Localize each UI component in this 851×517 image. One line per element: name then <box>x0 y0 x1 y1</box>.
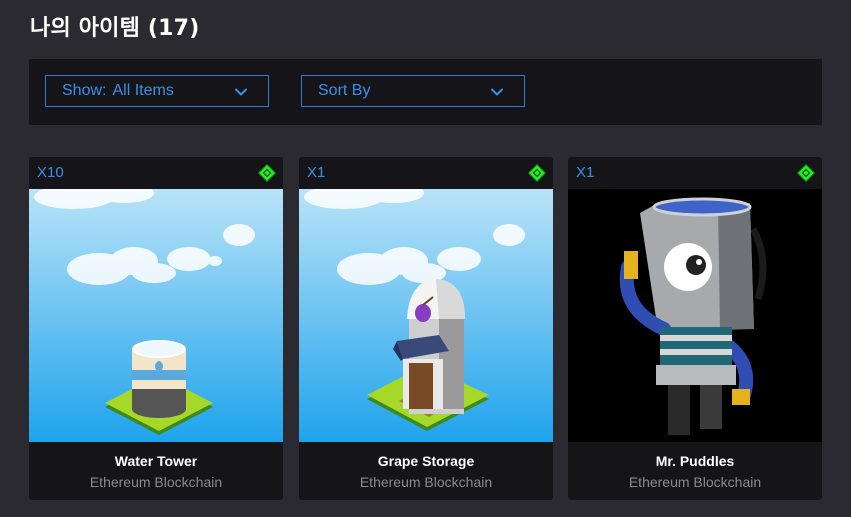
item-chain: Ethereum Blockchain <box>628 474 762 490</box>
card-header: X10 <box>29 157 283 189</box>
ethereum-chain-icon <box>796 163 816 183</box>
item-image-grape-storage <box>299 189 553 442</box>
item-card-grape-storage[interactable]: X1 Grape Storage Ethereum Blockchain <box>299 157 553 500</box>
sort-by-dropdown[interactable]: Sort By <box>301 75 525 107</box>
sort-by-label: Sort By <box>318 82 371 99</box>
item-quantity: X10 <box>37 164 64 181</box>
card-header: X1 <box>299 157 553 189</box>
chevron-down-icon <box>491 88 503 96</box>
item-quantity: X1 <box>307 164 326 181</box>
item-card-water-tower[interactable]: X10 Water Tower Ethereum Blockchain <box>29 157 283 500</box>
ethereum-chain-icon <box>527 163 547 183</box>
chevron-down-icon <box>235 88 247 96</box>
item-image-water-tower <box>29 189 283 442</box>
item-chain: Ethereum Blockchain <box>89 474 223 490</box>
item-quantity: X1 <box>576 164 595 181</box>
show-filter-dropdown[interactable]: Show: All Items <box>45 75 269 107</box>
page-title: 나의 아이템 (17) <box>30 16 200 41</box>
ethereum-chain-icon <box>257 163 277 183</box>
show-filter-label: Show: <box>62 82 107 99</box>
show-filter-value: All Items <box>112 82 174 99</box>
item-name: Water Tower <box>114 453 198 469</box>
card-header: X1 <box>568 157 822 189</box>
item-card-mr-puddles[interactable]: X1 Mr. Puddles Ethereum Blockchain <box>568 157 822 500</box>
item-name: Mr. Puddles <box>655 453 735 469</box>
item-name: Grape Storage <box>377 453 475 469</box>
item-image-mr-puddles <box>568 189 822 442</box>
item-chain: Ethereum Blockchain <box>359 474 493 490</box>
filter-bar: Show: All Items Sort By <box>29 59 822 125</box>
